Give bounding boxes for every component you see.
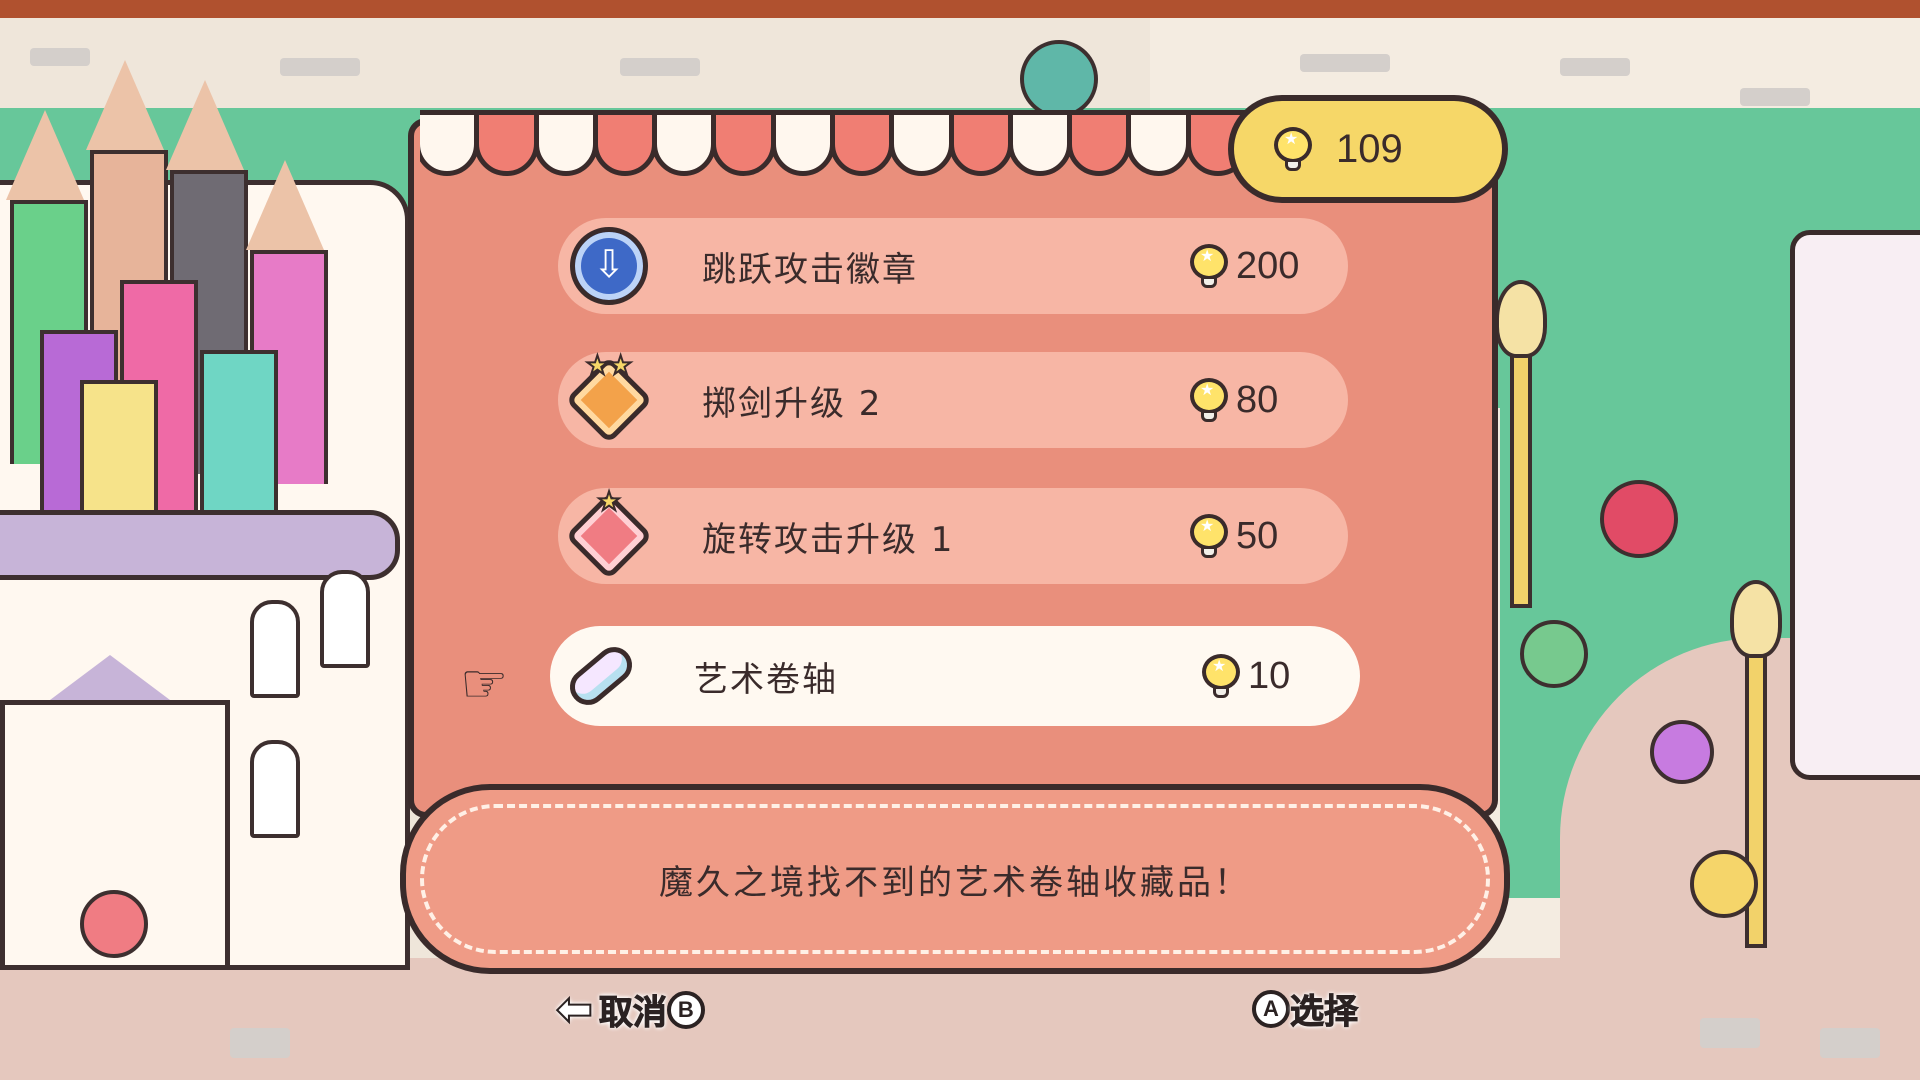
lightbulb-icon: ★ (1202, 654, 1240, 698)
currency-value: 109 (1336, 126, 1403, 171)
awning-stripe (533, 110, 598, 176)
npc-character (1650, 720, 1714, 784)
b-button-icon: B (666, 990, 705, 1029)
floor-brick (1820, 1028, 1880, 1058)
select-label: 选择 (1290, 992, 1359, 1033)
lightbulb-icon: ★ (1190, 514, 1228, 558)
awning-stripe (474, 110, 539, 176)
floor-brick (230, 1028, 290, 1058)
item-name: 旋转攻击升级 1 (702, 519, 955, 560)
lightbulb-icon: ★ (1190, 378, 1228, 422)
npc-character (1600, 480, 1678, 558)
shop-item-jump-attack-badge[interactable]: 跳跃攻击徽章 ★ 200 (558, 218, 1348, 314)
pencil-tip (166, 80, 244, 170)
item-price-value: 200 (1236, 244, 1300, 287)
item-price: ★ 80 (1190, 378, 1306, 422)
awning-stripe (420, 110, 480, 176)
wall-brick (1300, 54, 1390, 72)
awning-stripe (889, 110, 954, 176)
lightbulb-icon: ★ (1274, 127, 1312, 171)
building-right (1790, 230, 1920, 780)
pencil-teal (200, 350, 278, 534)
awning-stripe (770, 110, 835, 176)
wall-brick (30, 48, 90, 66)
wall-brick (620, 58, 700, 76)
brush-lamp-post (1510, 340, 1532, 608)
npc-character (1020, 40, 1098, 118)
item-name: 掷剑升级 2 (702, 383, 883, 424)
wall-brick (280, 58, 360, 76)
item-price-value: 80 (1236, 378, 1279, 421)
awning-stripe (948, 110, 1013, 176)
cancel-label: 取消 (598, 993, 667, 1034)
wall-brick (1740, 88, 1810, 106)
pencil-tip (246, 160, 324, 250)
item-description-box: 魔久之境找不到的艺术卷轴收藏品！ (400, 784, 1510, 974)
awning-stripe (1067, 110, 1132, 176)
floor-brick (1700, 1018, 1760, 1048)
npc-character (80, 890, 148, 958)
awning-stripe (1007, 110, 1073, 176)
select-hint[interactable]: A 选择 (1252, 984, 1359, 1033)
awning-stripe (829, 110, 895, 176)
item-name: 跳跃攻击徽章 (702, 249, 918, 290)
back-arrow-icon: ⬅ (555, 983, 594, 1036)
npc-character (1690, 850, 1758, 918)
cancel-hint[interactable]: ⬅ 取消 B (555, 983, 705, 1036)
lightbulb-icon: ★ (1190, 244, 1228, 288)
shop-awning (420, 110, 1250, 190)
awning-stripe (652, 110, 717, 176)
pencil-tip (86, 60, 164, 150)
pencil-tip (6, 110, 84, 200)
shop-item-sword-throw-upgrade[interactable]: ★★ 掷剑升级 2 ★ 80 (558, 350, 1348, 448)
a-button-icon: A (1252, 989, 1290, 1028)
npc-character (1520, 620, 1588, 688)
sword-throw-upgrade-icon: ★★ (564, 350, 654, 445)
tower-window (250, 740, 300, 838)
wall-brick (1560, 58, 1630, 76)
item-price: ★ 50 (1190, 514, 1306, 558)
awning-stripe (711, 110, 776, 176)
pointing-hand-cursor-icon: ☞ (460, 652, 509, 715)
awning-stripe (592, 110, 658, 176)
currency-counter: ★ 109 (1228, 95, 1508, 203)
item-description: 魔久之境找不到的艺术卷轴收藏品！ (659, 862, 1251, 903)
item-price: ★ 10 (1202, 654, 1318, 698)
tower-window (250, 600, 300, 698)
brush-lamp-head (1730, 580, 1782, 658)
brush-lamp-head (1495, 280, 1547, 358)
art-scroll-icon (556, 631, 646, 721)
item-price-value: 10 (1248, 654, 1291, 697)
item-price: ★ 200 (1190, 244, 1306, 288)
tower-window (320, 570, 370, 668)
shop-item-art-scroll[interactable]: 艺术卷轴 ★ 10 (550, 626, 1360, 726)
item-price-value: 50 (1236, 514, 1279, 557)
item-name: 艺术卷轴 (694, 659, 838, 700)
awning-stripe (1126, 110, 1191, 176)
shop-item-spin-attack-upgrade[interactable]: ★ 旋转攻击升级 1 ★ 50 (558, 486, 1348, 584)
spin-attack-upgrade-icon: ★ (564, 486, 654, 581)
jump-attack-badge-icon (564, 221, 654, 311)
